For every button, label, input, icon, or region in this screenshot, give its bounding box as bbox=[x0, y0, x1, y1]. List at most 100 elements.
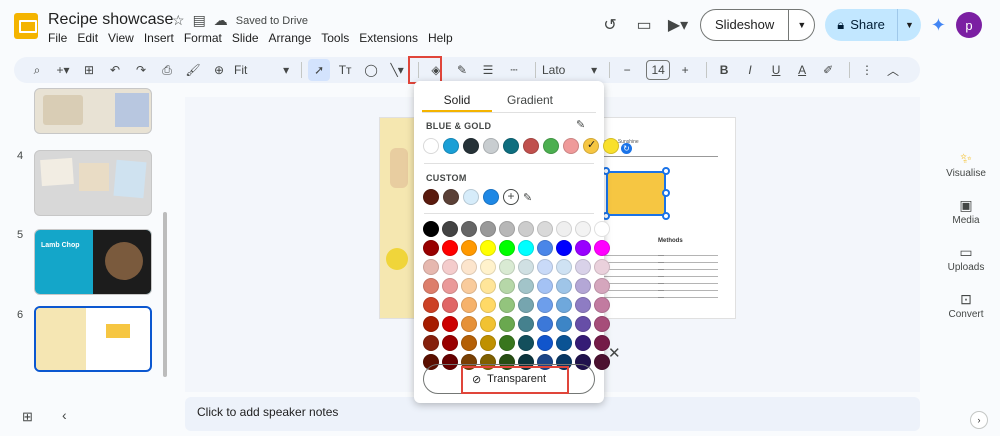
palette-color-swatch[interactable] bbox=[499, 335, 515, 351]
palette-color-swatch[interactable] bbox=[480, 278, 496, 294]
palette-color-swatch[interactable] bbox=[499, 297, 515, 313]
custom-color-swatch[interactable] bbox=[483, 189, 499, 205]
theme-color-swatch[interactable] bbox=[443, 138, 459, 154]
slide-thumbnail-6[interactable] bbox=[34, 306, 152, 372]
custom-color-swatch[interactable] bbox=[443, 189, 459, 205]
palette-color-swatch[interactable] bbox=[594, 240, 610, 256]
palette-color-swatch[interactable] bbox=[423, 335, 439, 351]
slides-app-icon[interactable] bbox=[14, 13, 38, 39]
palette-color-swatch[interactable] bbox=[461, 240, 477, 256]
theme-color-swatch[interactable] bbox=[603, 138, 619, 154]
move-folder-icon[interactable]: ▤ bbox=[193, 12, 206, 29]
eyedropper-icon[interactable]: ✎ bbox=[523, 191, 532, 204]
edit-theme-icon[interactable]: ✎ bbox=[576, 118, 585, 131]
slide-thumbnail-4[interactable] bbox=[34, 150, 152, 216]
custom-color-swatch[interactable] bbox=[423, 189, 439, 205]
side-item-uploads[interactable]: ▭ Uploads bbox=[932, 244, 1000, 273]
add-custom-color-icon[interactable]: + bbox=[503, 189, 519, 205]
rotate-handle-icon[interactable]: ↻ bbox=[621, 143, 632, 154]
history-icon[interactable]: ↺ bbox=[598, 13, 622, 37]
menu-item-insert[interactable]: Insert bbox=[144, 31, 174, 45]
menu-item-extensions[interactable]: Extensions bbox=[359, 31, 418, 45]
palette-color-swatch[interactable] bbox=[594, 259, 610, 275]
palette-color-swatch[interactable] bbox=[518, 316, 534, 332]
gemini-icon[interactable]: ✦ bbox=[931, 15, 946, 36]
collapse-toolbar-icon[interactable]: ︿ bbox=[882, 59, 904, 81]
palette-color-swatch[interactable] bbox=[461, 297, 477, 313]
theme-color-swatch[interactable] bbox=[563, 138, 579, 154]
palette-color-swatch[interactable] bbox=[423, 221, 439, 237]
palette-color-swatch[interactable] bbox=[575, 278, 591, 294]
palette-color-swatch[interactable] bbox=[575, 335, 591, 351]
palette-color-swatch[interactable] bbox=[480, 297, 496, 313]
underline-icon[interactable]: U bbox=[765, 59, 787, 81]
layout-icon[interactable]: ⊞ bbox=[78, 59, 100, 81]
palette-color-swatch[interactable] bbox=[442, 335, 458, 351]
share-dropdown-icon[interactable]: ▼ bbox=[896, 9, 921, 41]
avatar[interactable]: p bbox=[956, 12, 982, 38]
palette-color-swatch[interactable] bbox=[518, 278, 534, 294]
menu-item-file[interactable]: File bbox=[48, 31, 67, 45]
increase-font-icon[interactable]: + bbox=[674, 59, 696, 81]
menu-item-tools[interactable]: Tools bbox=[321, 31, 349, 45]
menu-item-view[interactable]: View bbox=[108, 31, 134, 45]
palette-color-swatch[interactable] bbox=[499, 316, 515, 332]
palette-color-swatch[interactable] bbox=[499, 278, 515, 294]
theme-color-swatch[interactable] bbox=[583, 138, 599, 154]
tab-solid[interactable]: Solid bbox=[422, 91, 492, 112]
palette-color-swatch[interactable] bbox=[556, 278, 572, 294]
palette-color-swatch[interactable] bbox=[499, 259, 515, 275]
text-color-icon[interactable]: A bbox=[791, 59, 813, 81]
line-icon[interactable]: ╲▾ bbox=[386, 59, 408, 81]
theme-color-swatch[interactable] bbox=[483, 138, 499, 154]
palette-color-swatch[interactable] bbox=[575, 221, 591, 237]
meet-icon[interactable]: ▶▾ bbox=[666, 13, 690, 37]
palette-color-swatch[interactable] bbox=[461, 221, 477, 237]
palette-color-swatch[interactable] bbox=[461, 278, 477, 294]
paint-format-icon[interactable]: 🖌︎ bbox=[182, 59, 204, 81]
palette-color-swatch[interactable] bbox=[423, 240, 439, 256]
undo-icon[interactable]: ↶ bbox=[104, 59, 126, 81]
menu-item-format[interactable]: Format bbox=[184, 31, 222, 45]
palette-color-swatch[interactable] bbox=[499, 221, 515, 237]
palette-color-swatch[interactable] bbox=[442, 221, 458, 237]
palette-color-swatch[interactable] bbox=[575, 297, 591, 313]
resize-handle[interactable] bbox=[662, 212, 670, 220]
border-weight-icon[interactable]: ☰ bbox=[477, 59, 499, 81]
palette-color-swatch[interactable] bbox=[518, 221, 534, 237]
menu-item-arrange[interactable]: Arrange bbox=[269, 31, 312, 45]
fill-color-icon[interactable]: ◈ bbox=[425, 59, 447, 81]
palette-color-swatch[interactable] bbox=[537, 297, 553, 313]
palette-color-swatch[interactable] bbox=[442, 316, 458, 332]
print-icon[interactable]: ⎙ bbox=[156, 59, 178, 81]
palette-color-swatch[interactable] bbox=[556, 240, 572, 256]
zoom-select[interactable]: Fit ▾ bbox=[234, 59, 289, 81]
palette-color-swatch[interactable] bbox=[480, 316, 496, 332]
palette-color-swatch[interactable] bbox=[461, 316, 477, 332]
slideshow-dropdown-icon[interactable]: ▼ bbox=[788, 10, 814, 40]
search-menus-icon[interactable]: ⌕ bbox=[26, 59, 48, 81]
font-select[interactable]: Lato ▾ bbox=[542, 59, 597, 81]
palette-color-swatch[interactable] bbox=[518, 335, 534, 351]
palette-color-swatch[interactable] bbox=[480, 240, 496, 256]
slide-thumbnail-3[interactable] bbox=[34, 88, 152, 134]
theme-color-swatch[interactable] bbox=[423, 138, 439, 154]
theme-color-swatch[interactable] bbox=[463, 138, 479, 154]
palette-color-swatch[interactable] bbox=[537, 259, 553, 275]
text-box-icon[interactable]: Tт bbox=[334, 59, 356, 81]
new-slide-icon[interactable]: +▾ bbox=[52, 59, 74, 81]
select-tool-icon[interactable]: ➚ bbox=[308, 59, 331, 81]
share-button[interactable]: 🔒︎ Share bbox=[825, 9, 897, 41]
menu-item-edit[interactable]: Edit bbox=[77, 31, 98, 45]
collapse-filmstrip-icon[interactable]: ‹ bbox=[62, 407, 67, 423]
slide-thumbnail-5[interactable]: Lamb Chop bbox=[34, 229, 152, 295]
resize-handle[interactable] bbox=[662, 189, 670, 197]
palette-color-swatch[interactable] bbox=[594, 316, 610, 332]
palette-color-swatch[interactable] bbox=[480, 221, 496, 237]
palette-color-swatch[interactable] bbox=[575, 240, 591, 256]
transparent-button[interactable]: ⊘ Transparent bbox=[423, 364, 595, 394]
theme-color-swatch[interactable] bbox=[523, 138, 539, 154]
filmstrip-scrollbar[interactable] bbox=[163, 212, 167, 377]
redo-icon[interactable]: ↷ bbox=[130, 59, 152, 81]
palette-color-swatch[interactable] bbox=[423, 297, 439, 313]
